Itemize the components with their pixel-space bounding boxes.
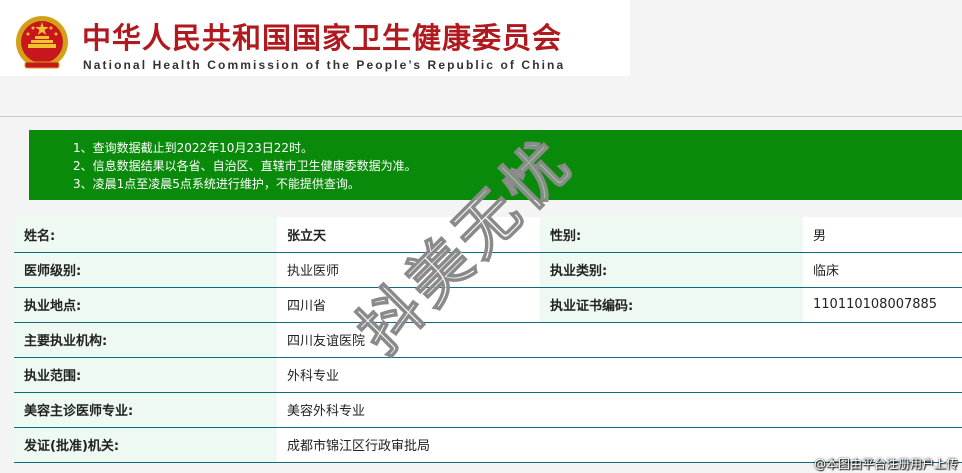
site-header: 中华人民共和国国家卫生健康委员会 National Health Commiss… bbox=[0, 0, 630, 76]
cosmetic-specialty-label: 美容主诊医师专业: bbox=[14, 392, 277, 428]
site-title-english: National Health Commission of the People… bbox=[83, 58, 566, 72]
table-row: 主要执业机构: 四川友谊医院 bbox=[14, 322, 962, 358]
site-title-chinese: 中华人民共和国国家卫生健康委员会 bbox=[82, 21, 563, 55]
table-row: 姓名: 张立天 性别: 男 bbox=[14, 217, 962, 253]
notice-line: 2、信息数据结果以各省、自治区、直辖市卫生健康委数据为准。 bbox=[73, 159, 417, 173]
header-divider bbox=[0, 116, 962, 117]
issuing-authority-label: 发证(批准)机关: bbox=[14, 427, 277, 463]
name-label: 姓名: bbox=[14, 217, 277, 253]
main-institution-label: 主要执业机构: bbox=[14, 322, 277, 358]
certificate-number-label: 执业证书编码: bbox=[540, 287, 803, 323]
practice-scope-label: 执业范围: bbox=[14, 357, 277, 393]
notice-line: 3、凌晨1点至凌晨5点系统进行维护，不能提供查询。 bbox=[73, 177, 360, 191]
table-row: 医师级别: 执业医师 执业类别: 临床 bbox=[14, 252, 962, 288]
name-value: 张立天 bbox=[277, 217, 540, 253]
cosmetic-specialty-value: 美容外科专业 bbox=[277, 392, 962, 428]
practice-category-label: 执业类别: bbox=[540, 252, 803, 288]
main-institution-value: 四川友谊医院 bbox=[277, 322, 962, 358]
gender-label: 性别: bbox=[540, 217, 803, 253]
practice-location-value: 四川省 bbox=[277, 287, 540, 323]
practice-location-label: 执业地点: bbox=[14, 287, 277, 323]
doctor-level-value: 执业医师 bbox=[277, 252, 540, 288]
doctor-info-table: 姓名: 张立天 性别: 男 医师级别: 执业医师 执业类别: 临床 执业地点: … bbox=[14, 217, 962, 463]
practice-category-value: 临床 bbox=[803, 252, 962, 288]
national-emblem-icon bbox=[16, 16, 68, 69]
practice-scope-value: 外科专业 bbox=[277, 357, 962, 393]
table-row: 执业地点: 四川省 执业证书编码: 110110108007885 bbox=[14, 287, 962, 323]
table-row: 执业范围: 外科专业 bbox=[14, 357, 962, 393]
certificate-number-value: 110110108007885 bbox=[803, 287, 962, 323]
table-row: 美容主诊医师专业: 美容外科专业 bbox=[14, 392, 962, 428]
gender-value: 男 bbox=[803, 217, 962, 253]
upload-credit: @本图由平台注册用户上传 bbox=[813, 457, 958, 471]
notice-line: 1、查询数据截止到2022年10月23日22时。 bbox=[73, 141, 313, 155]
doctor-level-label: 医师级别: bbox=[14, 252, 277, 288]
query-notice-banner: 1、查询数据截止到2022年10月23日22时。 2、信息数据结果以各省、自治区… bbox=[29, 130, 962, 200]
